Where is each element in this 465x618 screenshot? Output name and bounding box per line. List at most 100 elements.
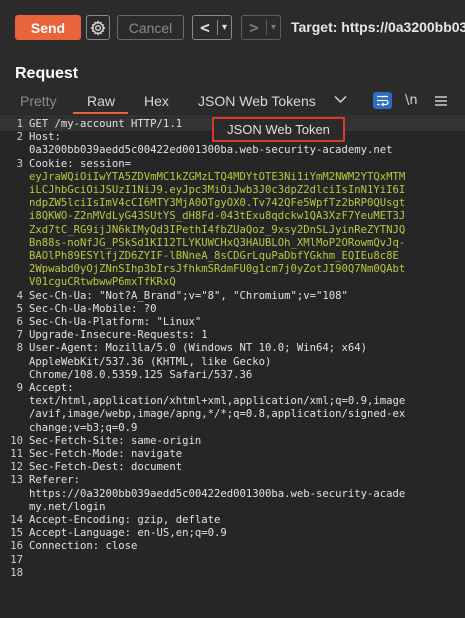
editor-line[interactable]: 13 Referer: [0,474,465,487]
editor-line[interactable]: V01cguCRtwbwwP6mxTfKRxQ [0,276,465,289]
request-title: Request [15,65,79,82]
code-text: Sec-Ch-Ua-Platform: "Linux" [29,316,202,328]
editor-line[interactable]: /avif,image/webp,image/apng,*/*;q=0.8,ap… [0,408,465,421]
code-text: Sec-Fetch-Mode: navigate [29,448,183,460]
code-text: https://0a3200bb039aedd5c00422ed001300ba… [29,487,406,500]
cookie-value-text: iLCJhbGciOiJSUzI1NiJ9.eyJpc3MiOiJwb3J0c3… [29,184,406,196]
line-number: 4 [16,289,23,302]
request-tabs: Pretty Raw Hex JSON Web Tokens \n [0,88,465,115]
editor-line[interactable]: Chrome/108.0.5359.125 Safari/537.36 [0,369,465,382]
cookie-value-text: i8QKWO-Z2nMVdLyG43SUtYS_dH8Fd-043tExu8qd… [29,210,406,223]
editor-line[interactable]: 12 Sec-Fetch-Dest: document [0,461,465,474]
line-number: 8 [16,342,23,355]
cookie-value-text: ndpZW5lciIsImV4cCI6MTY3MjA0OTgyOX0.Tv742… [29,197,406,210]
editor-line[interactable]: 11 Sec-Fetch-Mode: navigate [0,448,465,461]
code-text: my.net/login [29,500,106,513]
show-newlines-toggle[interactable]: \n [405,93,418,108]
editor-line[interactable]: 5 Sec-Ch-Ua-Mobile: ?0 [0,303,465,316]
cookie-value-text: 2Wpwabd0yOjZNnSIhp3bIrsJfhkmSRdmFU0g1cm7… [29,263,406,276]
forward-history-dropdown[interactable]: ▾ [267,22,280,33]
dropdown-arrow-icon: ▾ [221,22,228,33]
line-number: 11 [10,448,23,460]
code-text: Host: [29,131,61,144]
back-history-dropdown[interactable]: ▾ [218,22,231,33]
editor-line[interactable]: 18 [0,567,465,580]
line-number: 5 [16,302,23,315]
forward-button[interactable]: > [242,16,266,39]
editor-line[interactable]: 9 Accept: [0,382,465,395]
cookie-value-text: V01cguCRtwbwwP6mxTfKRxQ [29,276,176,289]
code-text: Referer: [29,474,81,487]
editor-line[interactable]: 15 Accept-Language: en-US,en;q=0.9 [0,527,465,540]
code-text: Accept-Language: en-US,en;q=0.9 [29,527,227,540]
tab-raw[interactable]: Raw [87,93,115,109]
line-number: 15 [10,527,23,540]
editor-line[interactable]: iLCJhbGciOiJSUzI1NiJ9.eyJpc3MiOiJwb3J0c3… [0,184,465,197]
editor-line[interactable]: i8QKWO-Z2nMVdLyG43SUtYS_dH8Fd-043tExu8qd… [0,210,465,223]
target-label[interactable]: Target: https://0a3200bb03 [291,19,465,35]
editor-line[interactable]: 17 [0,554,465,567]
code-text: GET /my-account HTTP/1.1 [29,118,183,130]
editor-line[interactable]: 4 Sec-Ch-Ua: "Not?A_Brand";v="8", "Chromi… [0,290,465,303]
tab-hex[interactable]: Hex [144,93,169,109]
cancel-button[interactable]: Cancel [117,15,184,40]
cookie-value-text: eyJraWQiOiIwYTA5ZDVmMC1kZGMzLTQ4MDYtOTE3… [29,170,406,183]
editor-line[interactable]: 0a3200bb039aedd5c00422ed001300ba.web-sec… [0,144,465,157]
code-text: text/html,application/xhtml+xml,applicat… [29,395,406,408]
line-number: 12 [10,461,23,474]
editor-line[interactable]: 14 Accept-Encoding: gzip, deflate [0,514,465,527]
editor-line[interactable]: text/html,application/xhtml+xml,applicat… [0,395,465,408]
editor-line[interactable]: 10 Sec-Fetch-Site: same-origin [0,435,465,448]
cookie-value-text: BAOlPh89ESYlfjZD6ZYIF-lBNneA_8sCDGrLquPa… [29,250,399,262]
line-number: 14 [10,514,23,526]
editor-line[interactable]: 6 Sec-Ch-Ua-Platform: "Linux" [0,316,465,329]
editor-line[interactable]: 7 Upgrade-Insecure-Requests: 1 [0,329,465,342]
editor-line[interactable]: https://0a3200bb039aedd5c00422ed001300ba… [0,488,465,501]
editor-line[interactable]: AppleWebKit/537.36 (KHTML, like Gecko) [0,356,465,369]
code-text: AppleWebKit/537.36 (KHTML, like Gecko) [29,355,272,368]
editor-line[interactable]: Zxd7tC_RG9ijJN6kIMyQd3IPethI4fbZUaQoz_9x… [0,224,465,237]
chevron-down-icon[interactable] [334,95,347,104]
send-button[interactable]: Send [15,15,81,40]
chevron-left-icon: < [200,18,210,37]
tab-json-web-tokens[interactable]: JSON Web Tokens [198,93,316,109]
toolbar: Send Cancel < ▾ > ▾ Target: https://0a32… [0,0,465,56]
back-button[interactable]: < [193,16,217,39]
word-wrap-toggle[interactable] [373,92,392,109]
code-text: /avif,image/webp,image/apng,*/*;q=0.8,ap… [29,408,406,421]
chevron-right-icon: > [249,18,259,37]
editor-line[interactable]: Bn88s-noNfJG_PSkSd1KI12TLYKUWCHxQ3HAUBLO… [0,237,465,250]
forward-navigation: > ▾ [241,15,281,40]
code-text: Sec-Ch-Ua: "Not?A_Brand";v="8", "Chromiu… [29,289,348,302]
cookie-value-text: Bn88s-noNfJG_PSkSd1KI12TLYKUWCHxQ3HAUBLO… [29,236,406,249]
code-text: Accept-Encoding: gzip, deflate [29,514,221,526]
code-text: Sec-Ch-Ua-Mobile: ?0 [29,302,157,315]
line-number: 1 [16,118,23,130]
json-web-token-tooltip: JSON Web Token [212,117,345,142]
code-text: change;v=b3;q=0.9 [29,421,138,434]
editor-line[interactable]: BAOlPh89ESYlfjZD6ZYIF-lBNneA_8sCDGrLquPa… [0,250,465,263]
settings-button[interactable] [86,15,110,40]
line-number: 17 [10,553,23,566]
editor-line[interactable]: ndpZW5lciIsImV4cCI6MTY3MjA0OTgyOX0.Tv742… [0,197,465,210]
line-number: 18 [10,566,23,579]
code-text: Chrome/108.0.5359.125 Safari/537.36 [29,368,253,381]
line-number: 16 [10,540,23,553]
editor-line[interactable]: my.net/login [0,501,465,514]
code-text: Cookie: session= [29,157,132,170]
menu-icon[interactable] [435,96,447,106]
code-text: Upgrade-Insecure-Requests: 1 [29,329,208,342]
editor-line[interactable]: 8 User-Agent: Mozilla/5.0 (Windows NT 10.… [0,342,465,355]
line-number: 2 [16,131,23,144]
editor-line[interactable]: change;v=b3;q=0.9 [0,422,465,435]
tab-pretty[interactable]: Pretty [20,93,57,109]
code-text: Connection: close [29,540,138,553]
code-text: Sec-Fetch-Dest: document [29,461,183,474]
cookie-value-text: Zxd7tC_RG9ijJN6kIMyQd3IPethI4fbZUaQoz_9x… [29,223,406,236]
request-editor[interactable]: 1 GET /my-account HTTP/1.1 2 Host: 0a3200bb0… [0,116,465,618]
line-number: 7 [16,329,23,342]
editor-line[interactable]: 16 Connection: close [0,540,465,553]
editor-line[interactable]: 2Wpwabd0yOjZNnSIhp3bIrsJfhkmSRdmFU0g1cm7… [0,263,465,276]
editor-line[interactable]: eyJraWQiOiIwYTA5ZDVmMC1kZGMzLTQ4MDYtOTE3… [0,171,465,184]
editor-line[interactable]: 3 Cookie: session= [0,158,465,171]
